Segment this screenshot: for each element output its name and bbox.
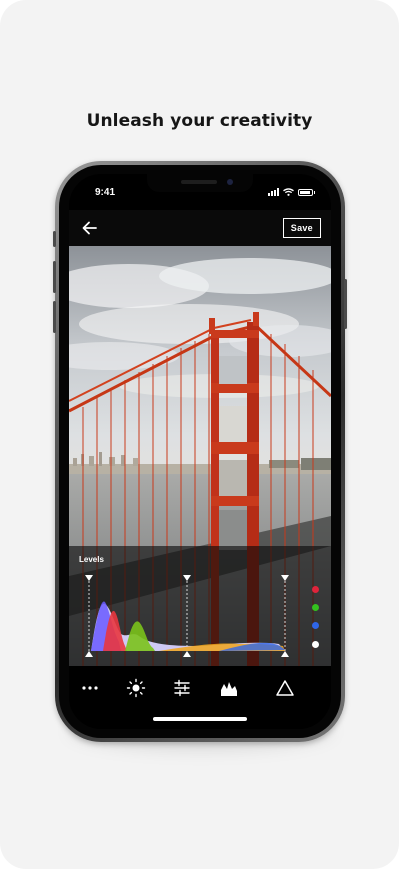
front-camera — [227, 179, 233, 185]
phone-screen: 9:41 Save Levels — [69, 174, 331, 729]
brightness-icon[interactable] — [125, 677, 147, 699]
luminance-channel-dot[interactable] — [312, 641, 319, 648]
triangle-icon[interactable] — [274, 677, 296, 699]
levels-panel: Levels — [69, 546, 331, 666]
home-indicator[interactable] — [153, 717, 247, 721]
notch — [147, 174, 253, 192]
speaker — [181, 180, 217, 184]
wifi-icon — [283, 188, 294, 196]
save-button[interactable]: Save — [282, 218, 321, 238]
green-channel-dot[interactable] — [312, 604, 319, 611]
battery-icon — [298, 189, 315, 196]
adjust-sliders-icon[interactable] — [171, 677, 193, 699]
red-channel-dot[interactable] — [312, 586, 319, 593]
power-button — [344, 279, 347, 329]
blue-channel-dot[interactable] — [312, 622, 319, 629]
editor-toolbar — [69, 666, 331, 710]
histogram-icon[interactable] — [218, 677, 240, 699]
status-time: 9:41 — [95, 187, 116, 198]
signal-icon — [268, 188, 279, 196]
editor-topbar: Save — [69, 210, 331, 246]
back-arrow-icon[interactable] — [79, 218, 101, 238]
more-icon[interactable] — [79, 677, 101, 699]
mute-switch — [53, 231, 56, 247]
status-icons — [268, 188, 315, 196]
phone-frame: 9:41 Save Levels — [53, 161, 347, 742]
volume-up-button — [53, 261, 56, 293]
levels-histogram — [85, 575, 289, 657]
volume-down-button — [53, 301, 56, 333]
headline: Unleash your creativity — [86, 111, 313, 131]
